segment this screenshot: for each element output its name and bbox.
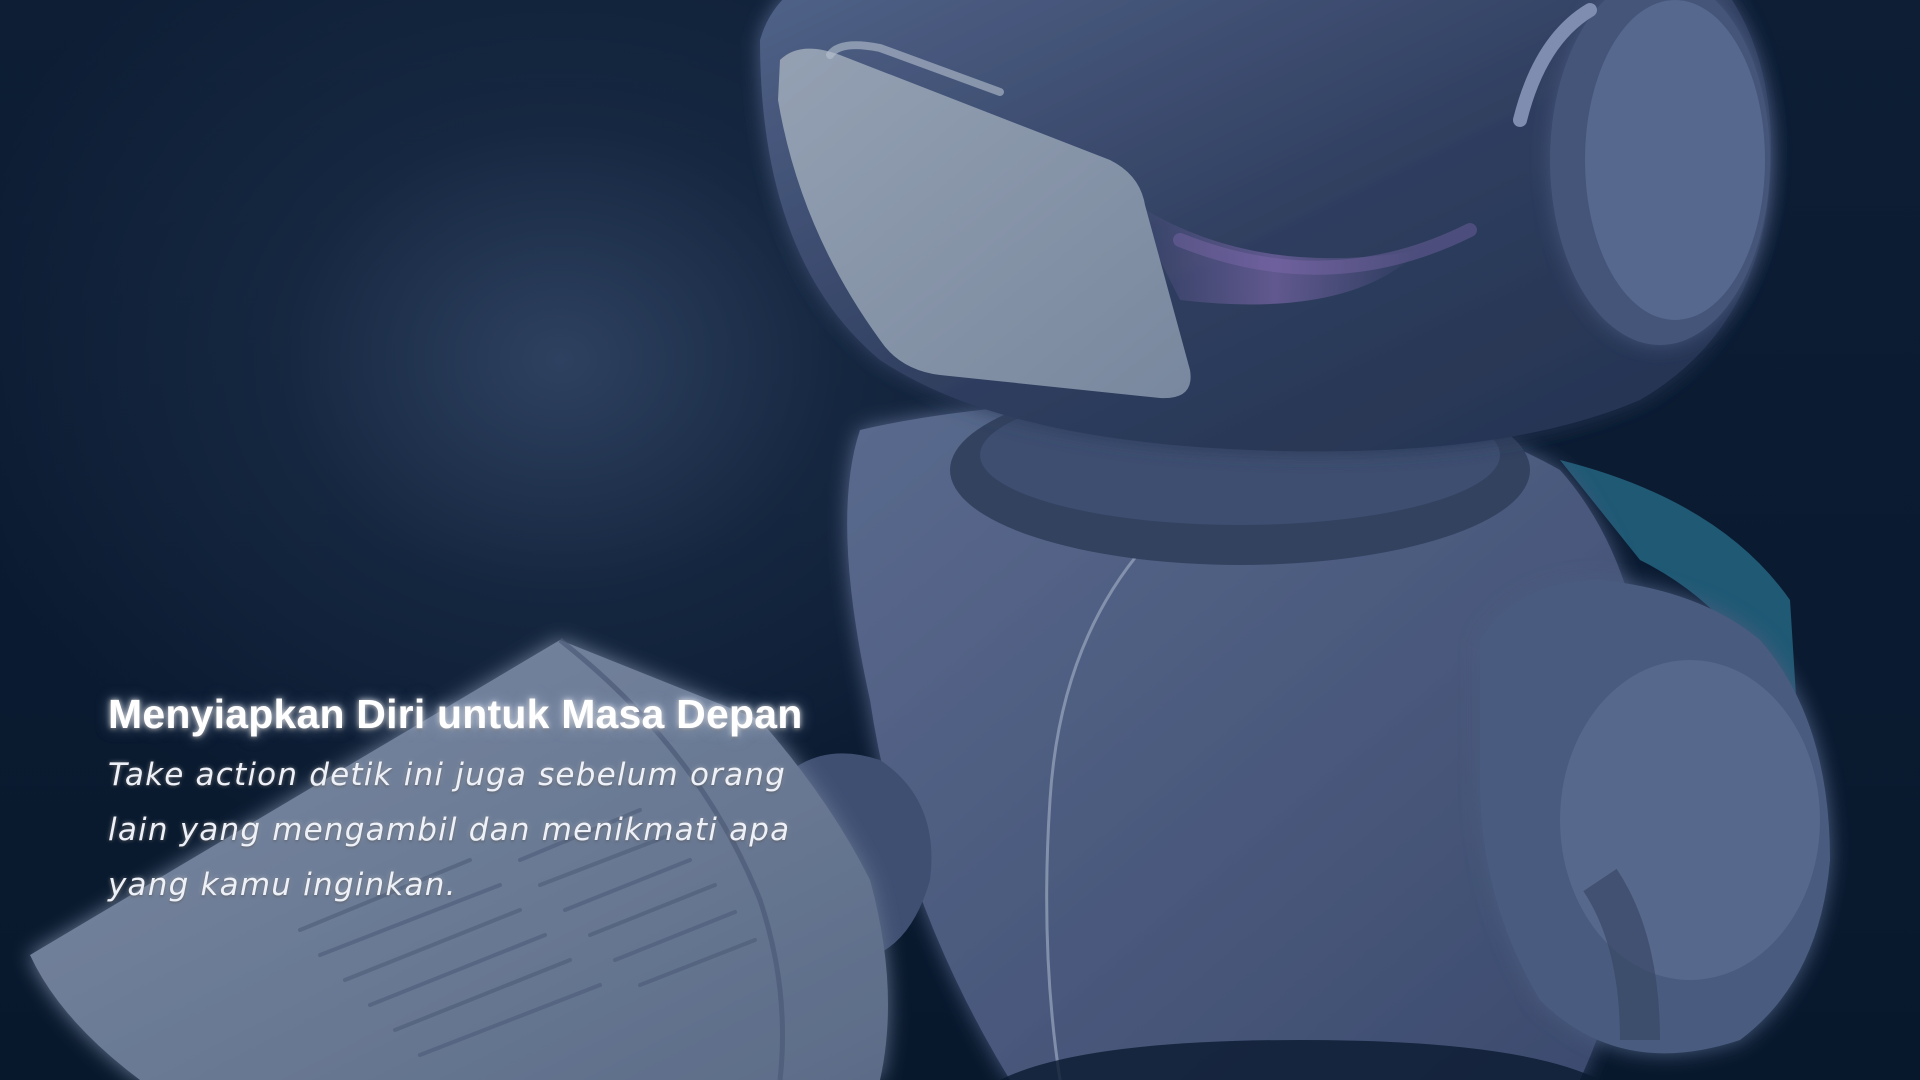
hero-subtitle: Take action detik ini juga sebelum orang… bbox=[108, 757, 791, 903]
hero-title: Menyiapkan Diri untuk Masa Depan bbox=[108, 691, 803, 737]
hero-caption: Menyiapkan Diri untuk Masa Depan Take ac… bbox=[108, 688, 868, 913]
robot-reading-illustration bbox=[30, 0, 1830, 1080]
hero-banner: Menyiapkan Diri untuk Masa Depan Take ac… bbox=[0, 0, 1920, 1080]
